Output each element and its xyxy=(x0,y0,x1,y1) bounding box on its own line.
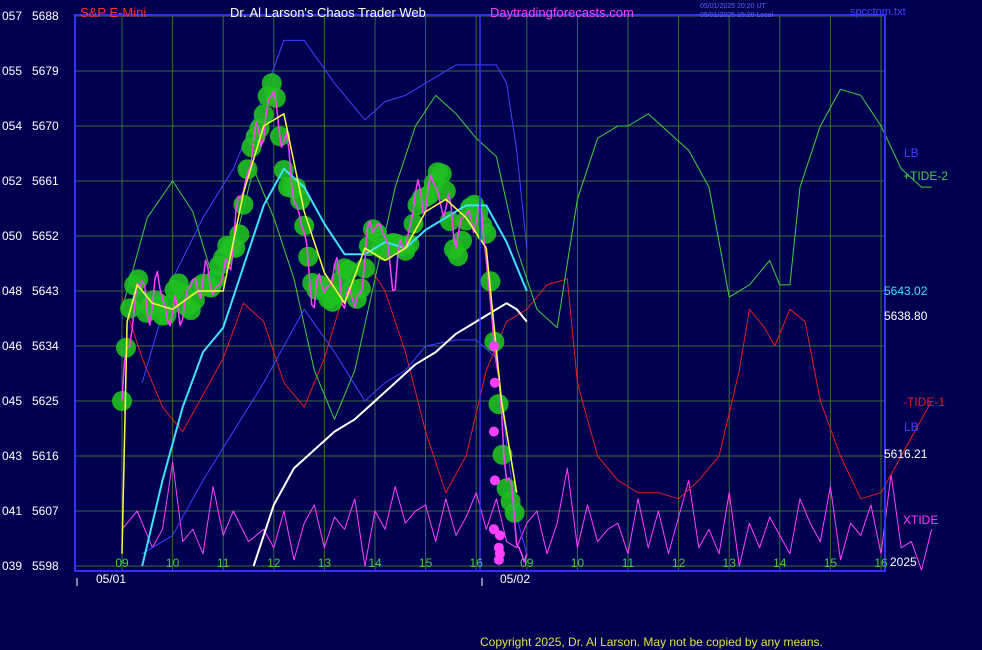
x-tick-12: 13 xyxy=(723,556,737,570)
x-tick-13: 14 xyxy=(773,556,787,570)
drop-dot-0 xyxy=(488,341,499,351)
x-tick-11: 12 xyxy=(672,556,686,570)
y-tick-code-5: 048 xyxy=(2,284,22,298)
label-year: 2025 xyxy=(890,555,917,569)
y-tick-price-1: 5679 xyxy=(32,64,59,78)
x-tick-6: 15 xyxy=(419,556,433,570)
label-tide-plus: +TIDE-2 xyxy=(903,169,948,183)
y-tick-price-0: 5688 xyxy=(32,9,59,23)
green-dot-59 xyxy=(350,278,371,299)
y-tick-price-3: 5661 xyxy=(32,174,59,188)
y-tick-price-10: 5598 xyxy=(32,559,59,573)
y-tick-price-4: 5652 xyxy=(32,229,59,243)
y-tick-price-7: 5625 xyxy=(32,394,59,408)
label-lb-bottom: LB xyxy=(904,420,919,434)
copyright: Copyright 2025, Dr. Al Larson. May not b… xyxy=(480,635,823,649)
x-tick-10: 11 xyxy=(622,556,635,570)
drop-dot-5 xyxy=(494,530,505,541)
label-white-value: 5638.80 xyxy=(884,309,928,323)
drop-dot-3 xyxy=(489,475,500,486)
site-link[interactable]: Daytradingforecasts.com xyxy=(490,5,634,20)
timestamp-local: 05/01/2025 15:20 Local xyxy=(700,12,774,19)
y-tick-code-10: 039 xyxy=(2,559,22,573)
green-dot-72 xyxy=(403,213,424,234)
y-tick-code-7: 045 xyxy=(2,394,22,408)
label-lb-value: 5616.21 xyxy=(884,447,928,461)
green-dot-79 xyxy=(431,163,452,184)
x-tick-8: 09 xyxy=(520,556,534,570)
y-tick-price-8: 5616 xyxy=(32,449,59,463)
x-tick-0: 09 xyxy=(115,556,129,570)
file-name: spcctom.txt xyxy=(850,6,906,18)
x-tick-15: 16 xyxy=(874,556,888,570)
y-tick-price-2: 5670 xyxy=(32,119,59,133)
x-tick-14: 15 xyxy=(824,556,838,570)
green-dot-trail xyxy=(112,73,525,523)
x-tick-5: 14 xyxy=(368,556,382,570)
x-tick-7: 16 xyxy=(470,556,484,570)
green-dot-29 xyxy=(229,224,250,245)
y-tick-price-6: 5634 xyxy=(32,339,59,353)
date-label-2: 05/02 xyxy=(500,572,530,586)
y-tick-labels: 057 5688 055 5679 054 5670 052 5661 050 5652 048 56… xyxy=(2,9,59,573)
y-tick-code-9: 041 xyxy=(2,504,22,518)
y-tick-code-6: 046 xyxy=(2,339,22,353)
y-tick-code-2: 054 xyxy=(2,119,22,133)
label-lb-top: LB xyxy=(904,146,919,160)
x-tick-4: 13 xyxy=(318,556,332,570)
timestamp-ut: 05/01/2025 20:20 UT xyxy=(700,3,766,10)
x-tick-1: 10 xyxy=(166,556,180,570)
instrument-label: S&P E-Mini xyxy=(80,5,146,20)
y-tick-code-0: 057 xyxy=(2,9,22,23)
x-tick-2: 11 xyxy=(217,556,230,570)
y-tick-code-8: 043 xyxy=(2,449,22,463)
x-tick-9: 10 xyxy=(571,556,585,570)
y-tick-price-5: 5643 xyxy=(32,284,59,298)
drop-dot-1 xyxy=(489,377,500,388)
drop-dot-8 xyxy=(493,554,504,565)
label-tide-minus: -TIDE-1 xyxy=(903,395,945,409)
date-label-1: 05/01 xyxy=(96,572,126,586)
y-tick-code-1: 055 xyxy=(2,64,22,78)
chart-title: Dr. Al Larson's Chaos Trader Web xyxy=(230,5,426,20)
price-chart: 057 5688 055 5679 054 5670 052 5661 050 5652 048 56… xyxy=(2,3,948,649)
x-tick-3: 12 xyxy=(267,556,281,570)
y-tick-price-9: 5607 xyxy=(32,504,59,518)
green-dot-93 xyxy=(488,394,509,415)
drop-dot-2 xyxy=(488,426,499,437)
label-xtide: XTIDE xyxy=(903,513,938,527)
y-tick-code-3: 052 xyxy=(2,174,22,188)
label-mid-value: 5643.02 xyxy=(884,284,928,298)
y-tick-code-4: 050 xyxy=(2,229,22,243)
